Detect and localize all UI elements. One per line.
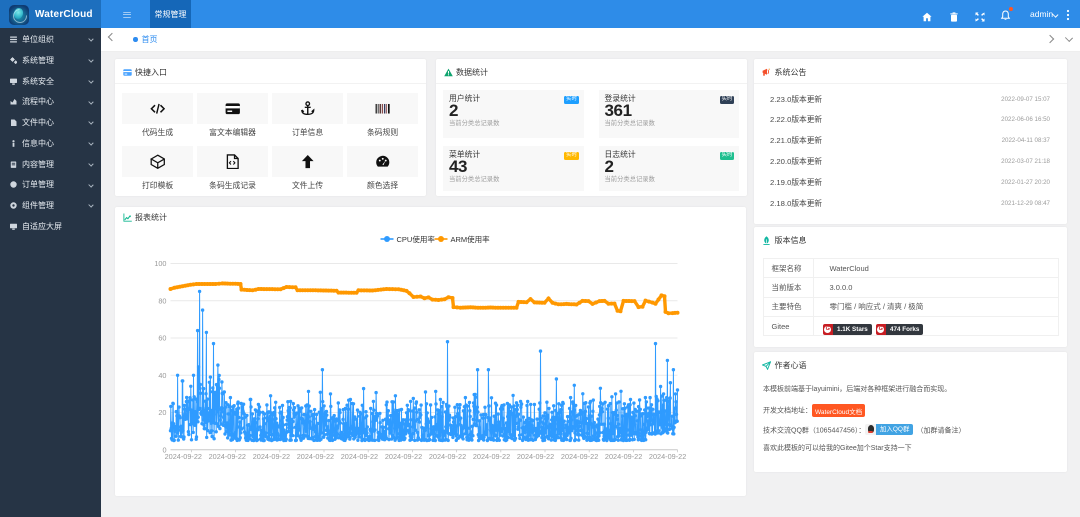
svg-text:40: 40: [158, 371, 166, 380]
svg-text:2024-09-22: 2024-09-22: [560, 452, 597, 461]
svg-text:100: 100: [154, 259, 166, 268]
svg-text:2024-09-22: 2024-09-22: [164, 452, 201, 461]
svg-text:2024-09-22: 2024-09-22: [604, 452, 641, 461]
svg-text:2024-09-22: 2024-09-22: [384, 452, 421, 461]
svg-text:2024-09-22: 2024-09-22: [516, 452, 553, 461]
svg-text:2024-09-22: 2024-09-22: [340, 452, 377, 461]
svg-text:60: 60: [158, 334, 166, 343]
svg-text:2024-09-22: 2024-09-22: [428, 452, 465, 461]
svg-text:2024-09-22: 2024-09-22: [208, 452, 245, 461]
svg-text:20: 20: [158, 408, 166, 417]
svg-text:2024-09-22: 2024-09-22: [296, 452, 333, 461]
svg-text:2024-09-22: 2024-09-22: [472, 452, 509, 461]
svg-text:2024-09-22: 2024-09-22: [252, 452, 289, 461]
svg-text:ARM使用率: ARM使用率: [450, 234, 490, 244]
svg-text:2024-09-22: 2024-09-22: [648, 452, 685, 461]
svg-text:CPU使用率: CPU使用率: [396, 234, 435, 244]
svg-text:80: 80: [158, 296, 166, 305]
